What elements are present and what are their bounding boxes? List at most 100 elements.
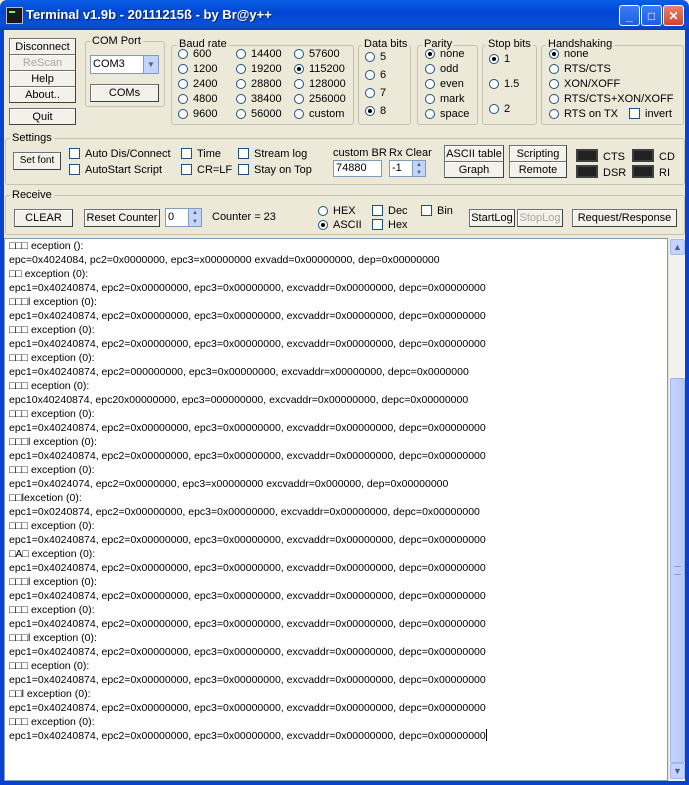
cr-lf-checkbox[interactable]: CR=LF bbox=[181, 164, 232, 177]
stop-log-button[interactable]: StopLog bbox=[517, 209, 563, 227]
reset-counter-button[interactable]: Reset Counter bbox=[84, 209, 160, 227]
graph-button[interactable]: Graph bbox=[444, 161, 504, 178]
counter-spin-value: 0 bbox=[168, 211, 175, 223]
parity-radio-even[interactable]: even bbox=[425, 78, 464, 91]
baud-radio-1200[interactable]: 1200 bbox=[178, 63, 217, 76]
handshaking-radio-4[interactable]: RTS on TX bbox=[549, 108, 618, 121]
parity-radio-even-label: even bbox=[440, 78, 464, 90]
baud-radio-custom[interactable]: custom bbox=[294, 108, 344, 121]
data-bits-label: Data bits bbox=[362, 38, 410, 50]
data-bits-radio-8[interactable]: 8 bbox=[365, 105, 386, 118]
parity-radio-none[interactable]: none bbox=[425, 48, 464, 61]
about-button[interactable]: About.. bbox=[9, 86, 76, 103]
radio-dot bbox=[294, 49, 304, 59]
auto-dis-connect-checkbox[interactable]: Auto Dis/Connect bbox=[69, 148, 171, 161]
data-bits-radio-7[interactable]: 7 bbox=[365, 87, 386, 100]
spin-down-icon[interactable]: ▼ bbox=[413, 169, 425, 177]
ascii-radio[interactable]: ASCII bbox=[318, 219, 362, 232]
baud-radio-128000[interactable]: 128000 bbox=[294, 78, 346, 91]
stay-on-top-checkbox[interactable]: Stay on Top bbox=[238, 164, 312, 177]
rx-clear-spinner[interactable]: ▲ ▼ bbox=[412, 161, 425, 176]
baud-radio-56000[interactable]: 56000 bbox=[236, 108, 282, 121]
spin-down-icon[interactable]: ▼ bbox=[189, 218, 201, 227]
bin-label: Bin bbox=[437, 205, 453, 217]
baud-radio-57600-label: 57600 bbox=[309, 48, 340, 60]
scrollbar-thumb[interactable] bbox=[670, 378, 685, 763]
data-bits-radio-5[interactable]: 5 bbox=[365, 51, 386, 64]
title-bar[interactable]: Terminal v1.9b - 20111215ß - by Br@y++ _… bbox=[0, 0, 689, 30]
radio-dot bbox=[425, 79, 435, 89]
terminal-line: □□□ exception (0): bbox=[9, 520, 95, 532]
autostart-script-checkbox[interactable]: AutoStart Script bbox=[69, 164, 162, 177]
spin-up-icon[interactable]: ▲ bbox=[413, 161, 425, 169]
custom-br-input[interactable]: 74880 bbox=[333, 160, 382, 177]
disconnect-button[interactable]: Disconnect bbox=[9, 38, 76, 55]
quit-button[interactable]: Quit bbox=[9, 108, 76, 125]
terminal-scrollbar[interactable]: ▲ ▼ bbox=[668, 238, 685, 781]
rescan-button[interactable]: ReScan bbox=[9, 54, 76, 71]
data-bits-radio-6[interactable]: 6 bbox=[365, 69, 386, 82]
parity-radio-mark[interactable]: mark bbox=[425, 93, 464, 106]
baud-radio-19200[interactable]: 19200 bbox=[236, 63, 282, 76]
baud-radio-38400-label: 38400 bbox=[251, 93, 282, 105]
chevron-down-icon[interactable]: ▼ bbox=[143, 56, 158, 73]
parity-radio-odd[interactable]: odd bbox=[425, 63, 458, 76]
rx-clear-input[interactable]: -1 ▲ ▼ bbox=[389, 160, 426, 177]
handshaking-radio-0[interactable]: none bbox=[549, 48, 588, 61]
bin-checkbox[interactable]: Bin bbox=[421, 205, 453, 218]
baud-radio-14400[interactable]: 14400 bbox=[236, 48, 282, 61]
radio-dot bbox=[178, 109, 188, 119]
spin-up-icon[interactable]: ▲ bbox=[189, 209, 201, 218]
baud-radio-4800[interactable]: 4800 bbox=[178, 93, 217, 106]
stop-bits-radio-1[interactable]: 1.5 bbox=[489, 78, 519, 91]
terminal-output[interactable]: □□□ eception (): epc=0x4024084, pc2=0x000… bbox=[4, 238, 668, 781]
stop-bits-radio-0[interactable]: 1 bbox=[489, 53, 510, 66]
terminal-line: epc1=0x40240874, epc2=0x00000000, epc3=0… bbox=[9, 562, 486, 574]
coms-button[interactable]: COMs bbox=[90, 84, 159, 102]
time-checkbox[interactable]: Time bbox=[181, 148, 221, 161]
invert-checkbox[interactable]: invert bbox=[629, 108, 672, 121]
radio-dot bbox=[294, 79, 304, 89]
baud-radio-28800[interactable]: 28800 bbox=[236, 78, 282, 91]
window-title: Terminal v1.9b - 20111215ß - by Br@y++ bbox=[26, 7, 272, 22]
stop-bits-radio-2[interactable]: 2 bbox=[489, 103, 510, 116]
help-button[interactable]: Help bbox=[9, 70, 76, 87]
baud-radio-600[interactable]: 600 bbox=[178, 48, 211, 61]
scroll-up-icon[interactable]: ▲ bbox=[670, 239, 685, 255]
stream-log-checkbox[interactable]: Stream log bbox=[238, 148, 307, 161]
scroll-down-icon[interactable]: ▼ bbox=[670, 763, 685, 779]
set-font-button[interactable]: Set font bbox=[13, 152, 61, 170]
baud-radio-2400[interactable]: 2400 bbox=[178, 78, 217, 91]
handshaking-radio-2[interactable]: XON/XOFF bbox=[549, 78, 620, 91]
radio-dot bbox=[425, 49, 435, 59]
baud-radio-38400[interactable]: 38400 bbox=[236, 93, 282, 106]
com-port-select[interactable]: COM3 ▼ bbox=[90, 55, 159, 74]
counter-spin-input[interactable]: 0 ▲ ▼ bbox=[165, 208, 202, 227]
hex-checkbox[interactable]: Hex bbox=[372, 219, 408, 232]
baud-radio-115200[interactable]: 115200 bbox=[294, 63, 345, 76]
dec-checkbox[interactable]: Dec bbox=[372, 205, 408, 218]
remote-button[interactable]: Remote bbox=[509, 161, 567, 178]
hex-radio[interactable]: HEX bbox=[318, 205, 356, 218]
baud-radio-57600[interactable]: 57600 bbox=[294, 48, 340, 61]
counter-spinner[interactable]: ▲ ▼ bbox=[188, 209, 201, 226]
terminal-line: epc1=0x40240874, epc2=0x00000000, epc3=0… bbox=[9, 310, 486, 322]
handshaking-radio-0-label: none bbox=[564, 48, 589, 60]
maximize-button[interactable]: □ bbox=[641, 5, 662, 26]
baud-radio-9600[interactable]: 9600 bbox=[178, 108, 217, 121]
cts-label: CTS bbox=[603, 151, 625, 163]
ascii-table-button[interactable]: ASCII table bbox=[444, 145, 504, 162]
minimize-button[interactable]: _ bbox=[619, 5, 640, 26]
terminal-line: □□□ exception (0): bbox=[9, 324, 95, 336]
terminal-line: □□□l exception (0): bbox=[9, 576, 97, 588]
handshaking-radio-1[interactable]: RTS/CTS bbox=[549, 63, 611, 76]
clear-button[interactable]: CLEAR bbox=[14, 209, 73, 227]
terminal-line: □□□ exception (0): bbox=[9, 604, 95, 616]
close-button[interactable]: ✕ bbox=[663, 5, 684, 26]
scripting-button[interactable]: Scripting bbox=[509, 145, 567, 162]
start-log-button[interactable]: StartLog bbox=[469, 209, 515, 227]
parity-radio-space[interactable]: space bbox=[425, 108, 469, 121]
baud-radio-256000[interactable]: 256000 bbox=[294, 93, 346, 106]
request-response-button[interactable]: Request/Response bbox=[572, 209, 677, 227]
handshaking-radio-3[interactable]: RTS/CTS+XON/XOFF bbox=[549, 93, 674, 106]
